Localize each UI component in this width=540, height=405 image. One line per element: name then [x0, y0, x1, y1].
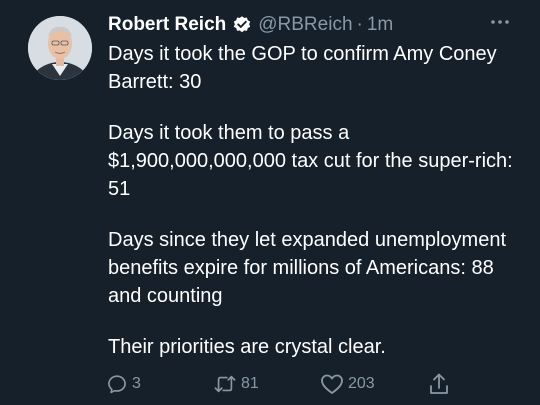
tweet-paragraph: Their priorities are crystal clear. [108, 336, 386, 358]
reply-button[interactable]: 3 [106, 370, 141, 398]
reply-icon [108, 375, 126, 394]
tweet-paragraph: Days it took them to pass a $1,900,000,0… [108, 122, 513, 200]
reply-count: 3 [132, 375, 141, 392]
like-count: 203 [348, 375, 375, 392]
tweet-actions: 3 81 203 [0, 370, 540, 398]
tweet-text: Days it took the GOP to confirm Amy Cone… [108, 40, 528, 361]
more-horizontal-icon [491, 20, 509, 24]
tweet-paragraph: Days since they let expanded unemploymen… [108, 229, 507, 307]
tweet-paragraph: Days it took the GOP to confirm Amy Cone… [108, 43, 497, 93]
avatar-image [28, 16, 92, 80]
heart-icon [321, 374, 343, 394]
tweet: Robert Reich @RBReich · 1m Days it took … [0, 0, 540, 405]
like-button[interactable]: 203 [320, 370, 375, 398]
header-separator: · [356, 14, 363, 35]
avatar[interactable] [28, 16, 92, 80]
author-name[interactable]: Robert Reich [108, 14, 226, 36]
retweet-button[interactable]: 81 [213, 370, 259, 398]
more-options-button[interactable] [487, 13, 513, 31]
tweet-timestamp[interactable]: 1m [367, 14, 393, 36]
tweet-header: Robert Reich @RBReich · 1m [108, 12, 393, 38]
retweet-icon [214, 375, 236, 393]
share-icon [430, 373, 448, 394]
verified-badge-icon [232, 15, 252, 35]
author-handle[interactable]: @RBReich [258, 14, 352, 36]
share-button[interactable] [428, 370, 450, 398]
retweet-count: 81 [241, 375, 259, 392]
